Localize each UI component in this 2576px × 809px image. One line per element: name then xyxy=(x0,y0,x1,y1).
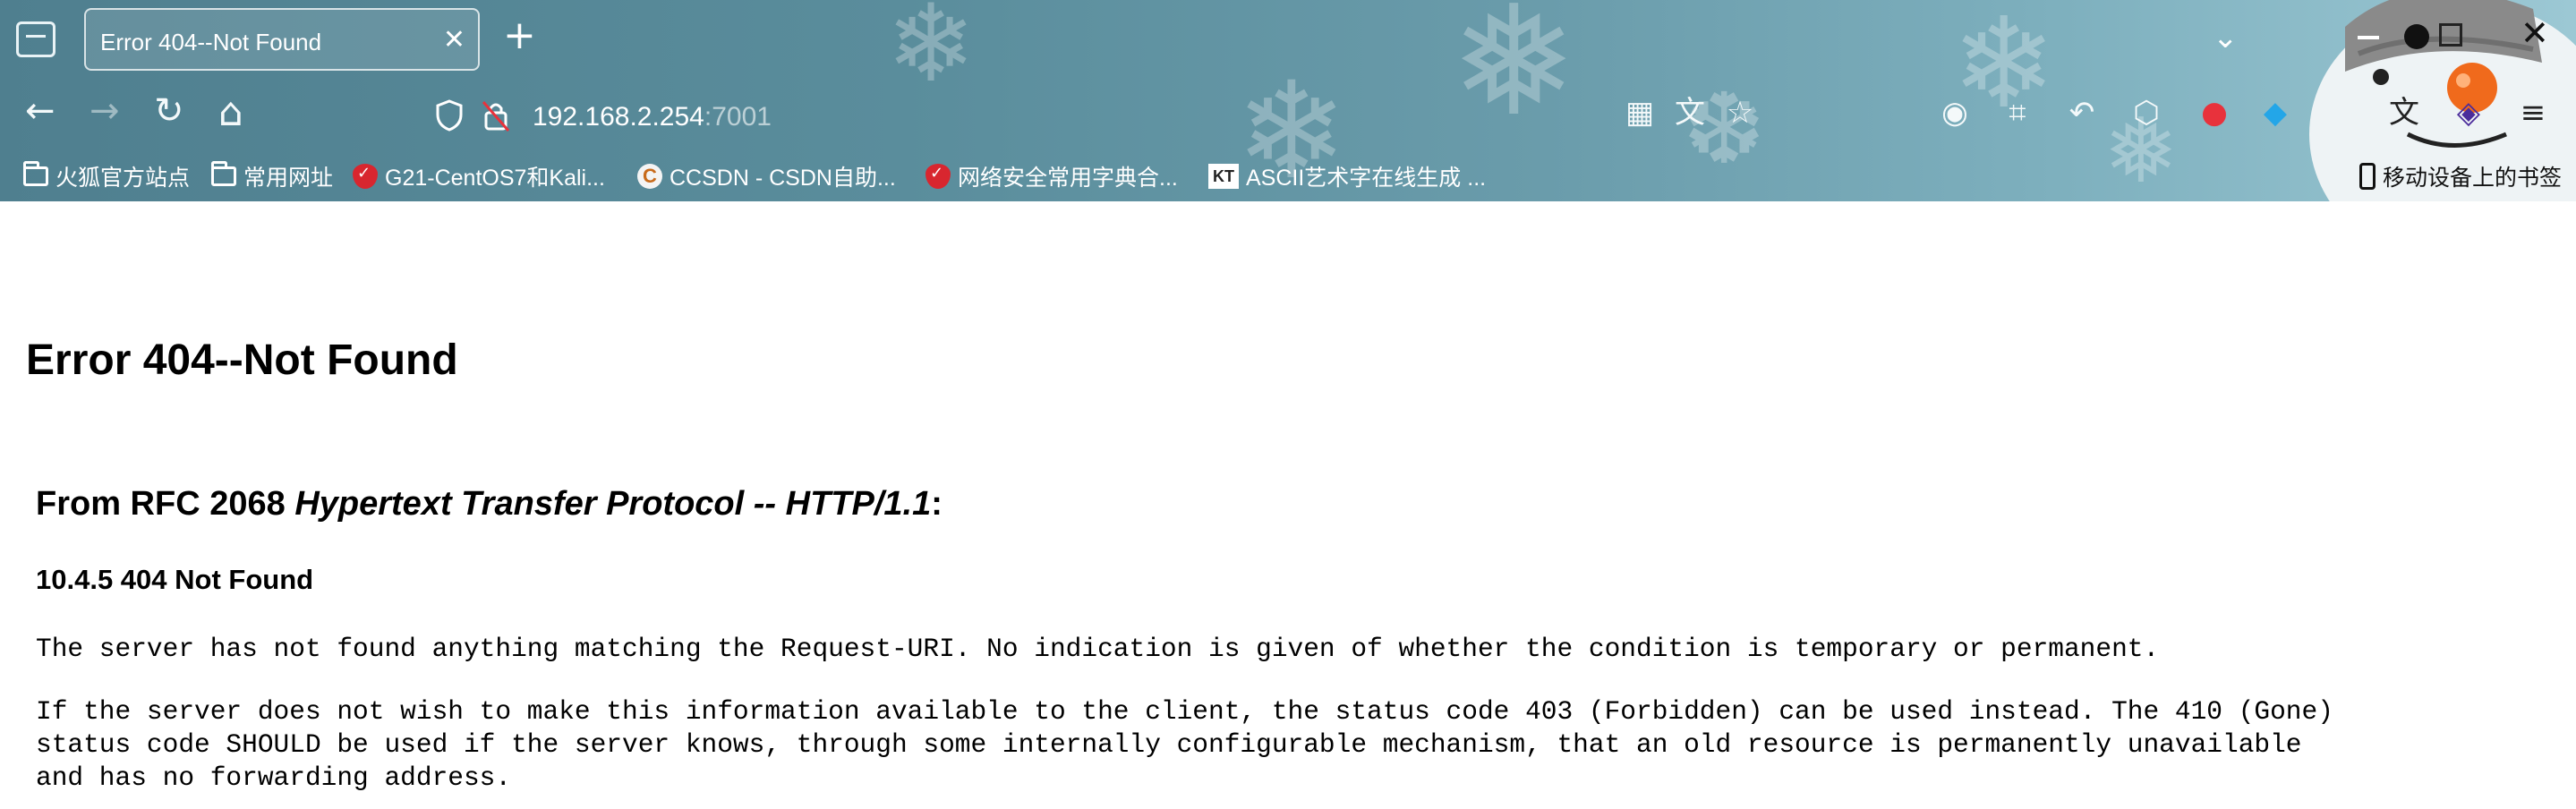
new-tab-button[interactable]: + xyxy=(503,16,536,55)
csdn-icon: C xyxy=(637,164,662,189)
paragraph-2-line-1: If the server does not wish to make this… xyxy=(36,696,2333,727)
bookmark-folder-common[interactable]: 常用网址 xyxy=(211,161,333,192)
bookmark-star-icon[interactable]: ☆ xyxy=(1722,95,1758,131)
rfc-suffix: : xyxy=(931,485,943,523)
translate-icon[interactable]: 文 xyxy=(1672,95,1708,131)
bookmark-label: 火狐官方站点 xyxy=(55,166,191,191)
bookmark-csdn[interactable]: C CCSDN - CSDN自助... xyxy=(637,161,896,192)
shield-icon xyxy=(925,164,951,189)
rfc-title: Hypertext Transfer Protocol -- HTTP/1.1 xyxy=(294,485,932,523)
rfc-heading: From RFC 2068 Hypertext Transfer Protoco… xyxy=(36,485,943,524)
url-port: :7001 xyxy=(704,102,772,132)
address-bar[interactable]: 192.168.2.254:7001 xyxy=(430,88,1772,145)
bookmarks-toolbar: 火狐官方站点 常用网址 G21-CentOS7和Kali... C CCSDN … xyxy=(0,154,2576,197)
list-all-tabs-icon[interactable] xyxy=(16,21,55,57)
tab-active[interactable]: Error 404--Not Found ✕ xyxy=(84,8,480,71)
bookmark-label: ASCII艺术字在线生成 ... xyxy=(1246,166,1487,191)
navigation-bar: ← → ↻ ⌂ 192.168.2.254:7001 ▦ 文 ☆ ◉ ⌗ ↶ ⬡… xyxy=(0,82,2576,150)
extensions-icon[interactable]: ⬡ xyxy=(2128,95,2164,131)
close-tab-icon[interactable]: ✕ xyxy=(443,24,465,55)
bookmark-label: G21-CentOS7和Kali... xyxy=(385,166,605,191)
bookmark-g21-centos[interactable]: G21-CentOS7和Kali... xyxy=(353,161,605,192)
extension-red-icon[interactable]: ● xyxy=(2196,95,2232,131)
folder-icon xyxy=(23,161,48,186)
kt-icon: KT xyxy=(1208,164,1239,189)
close-window-button[interactable]: ✕ xyxy=(2521,16,2549,50)
page-content: Error 404--Not Found From RFC 2068 Hyper… xyxy=(0,201,2576,809)
shield-icon xyxy=(353,164,378,189)
menu-hamburger-icon[interactable]: ≡ xyxy=(2515,95,2551,131)
tracking-protection-shield-icon[interactable] xyxy=(435,98,464,132)
back-arrow-icon[interactable]: ← xyxy=(25,93,55,129)
extension-purple-icon[interactable]: ◈ xyxy=(2451,95,2486,131)
bookmark-folder-firefox[interactable]: 火狐官方站点 xyxy=(23,161,190,192)
bookmark-label: 移动设备上的书签 xyxy=(2383,166,2563,191)
reload-icon[interactable]: ↻ xyxy=(154,93,184,129)
tab-bar: Error 404--Not Found ✕ + ⌄ ✕ xyxy=(0,0,2576,79)
home-icon[interactable]: ⌂ xyxy=(218,93,243,132)
bookmark-label: CCSDN - CSDN自助... xyxy=(670,166,896,191)
folder-icon xyxy=(211,161,236,186)
bookmark-ascii-art[interactable]: KT ASCII艺术字在线生成 ... xyxy=(1208,161,1486,192)
minimize-window-button[interactable] xyxy=(2356,21,2381,47)
bookmark-security-dict[interactable]: 网络安全常用字典合... xyxy=(925,161,1178,192)
forward-arrow-icon[interactable]: → xyxy=(90,93,120,129)
bookmark-label: 网络安全常用字典合... xyxy=(958,166,1178,191)
extension-blue-icon[interactable]: ◆ xyxy=(2257,95,2293,131)
paragraph-2-line-2: status code SHOULD be used if the server… xyxy=(36,729,2302,760)
screenshot-crop-icon[interactable]: ⌗ xyxy=(2000,95,2035,131)
bookmark-mobile-folder[interactable]: 移动设备上的书签 xyxy=(2359,161,2562,192)
url-host: 192.168.2.254 xyxy=(533,102,704,132)
bookmark-label: 常用网址 xyxy=(243,166,334,191)
insecure-lock-icon[interactable] xyxy=(482,98,510,132)
tab-title: Error 404--Not Found xyxy=(100,29,322,55)
account-icon[interactable]: ◉ xyxy=(1937,95,1973,131)
qr-code-icon[interactable]: ▦ xyxy=(1622,95,1658,131)
mobile-icon xyxy=(2359,163,2376,190)
url-text[interactable]: 192.168.2.254:7001 xyxy=(533,102,772,132)
rfc-prefix: From RFC 2068 xyxy=(36,485,295,523)
browser-chrome: ❄ ❄ ❅ ❆ ❄ ❅ Error 404--Not Found ✕ + ⌄ ✕… xyxy=(0,0,2576,201)
chevron-down-icon[interactable]: ⌄ xyxy=(2213,20,2239,55)
paragraph-2-line-3: and has no forwarding address. xyxy=(36,762,512,793)
paragraph-1: The server has not found anything matchi… xyxy=(36,634,2160,664)
undo-close-tab-icon[interactable]: ↶ xyxy=(2064,95,2100,131)
translate-extension-icon[interactable]: 文 xyxy=(2386,95,2422,131)
section-heading: 10.4.5 404 Not Found xyxy=(36,564,314,595)
restore-window-button[interactable] xyxy=(2439,23,2462,47)
page-title: Error 404--Not Found xyxy=(26,336,458,384)
